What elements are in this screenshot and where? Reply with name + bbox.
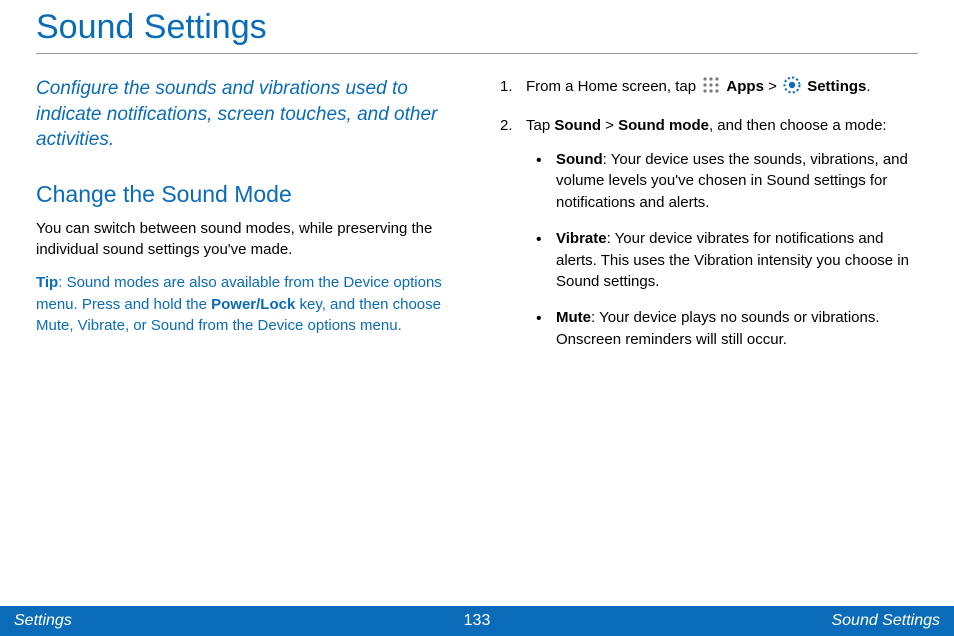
mode-mute-text: : Your device plays no sounds or vibrati… (556, 309, 880, 348)
sound-nav-label: Sound (554, 117, 601, 134)
mode-vibrate-label: Vibrate (556, 230, 607, 247)
page-footer: Settings 133 Sound Settings (0, 606, 954, 636)
mode-sound: Sound: Your device uses the sounds, vibr… (536, 149, 918, 214)
step-2: Tap Sound > Sound mode, and then choose … (500, 115, 918, 351)
footer-left: Settings (14, 612, 72, 630)
power-lock-key: Power/Lock (211, 296, 295, 313)
page-title: Sound Settings (36, 8, 918, 54)
tip-label: Tip (36, 274, 58, 291)
sound-mode-nav-label: Sound mode (618, 117, 709, 134)
settings-icon (783, 76, 801, 101)
mode-mute: Mute: Your device plays no sounds or vib… (536, 307, 918, 351)
left-column: Configure the sounds and vibrations used… (36, 76, 454, 365)
section-paragraph: You can switch between sound modes, whil… (36, 218, 454, 260)
footer-page-number: 133 (464, 612, 491, 630)
footer-right: Sound Settings (831, 612, 940, 630)
right-column: From a Home screen, tap Apps > Settings.… (500, 76, 918, 365)
apps-icon (702, 76, 720, 101)
page-subtitle: Configure the sounds and vibrations used… (36, 76, 454, 153)
step-1-text-a: From a Home screen, tap (526, 78, 700, 95)
steps-list: From a Home screen, tap Apps > Settings.… (500, 76, 918, 351)
settings-label: Settings (807, 78, 866, 95)
step-2-text-b: > (601, 117, 618, 134)
step-1: From a Home screen, tap Apps > Settings. (500, 76, 918, 101)
apps-label: Apps (726, 78, 764, 95)
mode-sound-label: Sound (556, 151, 603, 168)
step-1-text-b: > (764, 78, 781, 95)
step-1-text-c: . (866, 78, 870, 95)
mode-vibrate-text: : Your device vibrates for notifications… (556, 230, 909, 291)
mode-sound-text: : Your device uses the sounds, vibration… (556, 151, 908, 212)
mode-list: Sound: Your device uses the sounds, vibr… (536, 149, 918, 351)
mode-vibrate: Vibrate: Your device vibrates for notifi… (536, 228, 918, 293)
tip-paragraph: Tip: Sound modes are also available from… (36, 272, 454, 337)
step-2-text-c: , and then choose a mode: (709, 117, 887, 134)
mode-mute-label: Mute (556, 309, 591, 326)
step-2-text-a: Tap (526, 117, 554, 134)
section-heading: Change the Sound Mode (36, 181, 454, 208)
